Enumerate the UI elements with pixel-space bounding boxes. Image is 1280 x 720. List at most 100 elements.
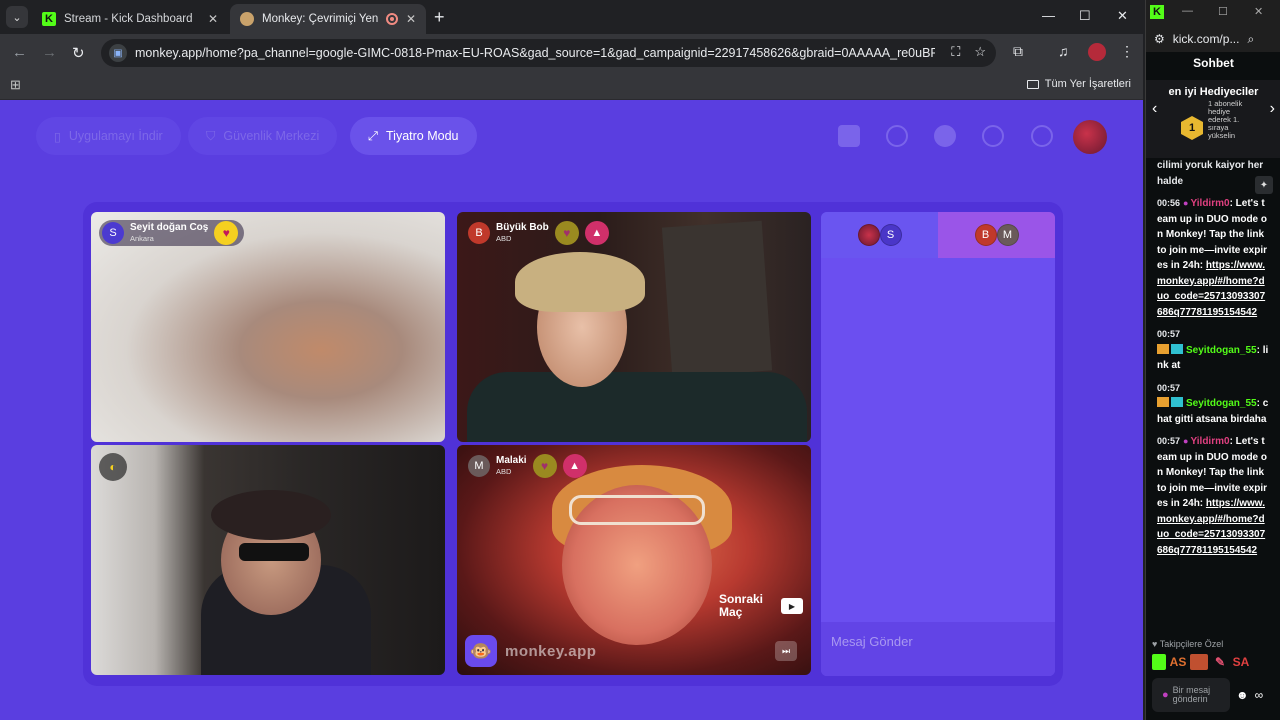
heart-icon[interactable]: ♥: [214, 221, 239, 245]
pin-icon[interactable]: ✦: [1255, 176, 1273, 194]
chat-tab-1[interactable]: S: [821, 212, 938, 258]
chevron-right-icon[interactable]: ›: [1270, 100, 1275, 118]
rank-medal-icon: 1: [1181, 116, 1203, 140]
security-center-button[interactable]: ⛉ Güvenlik Merkezi: [188, 117, 338, 155]
username[interactable]: Seyitdogan_55: [1186, 345, 1257, 356]
search-icon[interactable]: ⌕: [1247, 32, 1254, 47]
username[interactable]: Seyitdogan_55: [1186, 398, 1257, 409]
timestamp: 00:57: [1157, 329, 1181, 339]
user-location: Ankara: [130, 234, 154, 244]
tab-search-button[interactable]: ⌄: [6, 6, 28, 28]
browser-toolbar: ← → ↻ ▣ monkey.app/home?pa_channel=googl…: [0, 34, 1143, 72]
tab-close-icon[interactable]: ✕: [406, 12, 416, 26]
tab-title: Monkey: Çevrimiçi Yeni İnsa: [262, 13, 378, 25]
extensions-icon[interactable]: ⧉: [1013, 43, 1023, 60]
skip-icon[interactable]: ⏭: [775, 641, 797, 661]
translate-icon[interactable]: ⛶: [951, 44, 960, 60]
emote-as[interactable]: AS: [1169, 654, 1187, 670]
user-name: Büyük Bob: [496, 222, 549, 234]
theater-mode-button[interactable]: ⤢ Tiyatro Modu: [350, 117, 477, 155]
emote-row: AS ✎ SA: [1152, 654, 1250, 670]
pen-emote-icon[interactable]: ✎: [1211, 654, 1229, 670]
mic-icon[interactable]: ●: [1162, 689, 1169, 701]
back-button[interactable]: ←: [12, 44, 27, 61]
username[interactable]: Yildirm0: [1190, 198, 1229, 209]
user-name: Malaki: [496, 455, 527, 467]
maximize-button[interactable]: ☐: [1079, 8, 1091, 24]
all-bookmarks-button[interactable]: Tüm Yer İşaretleri: [1026, 78, 1131, 90]
hair-image: [515, 252, 645, 312]
message-text: cilimi yoruk kaiyor herhalde: [1157, 160, 1264, 187]
address-bar[interactable]: ▣ monkey.app/home?pa_channel=google-GIMC…: [101, 39, 996, 67]
heart-icon[interactable]: ♥: [532, 454, 557, 478]
chat-input[interactable]: ● Bir mesaj gönderin: [1152, 678, 1230, 712]
user-name-block: Büyük Bob ABD: [496, 223, 549, 243]
close-window-button[interactable]: ✕: [1254, 5, 1263, 18]
kick-favicon-icon: K: [42, 12, 56, 26]
apps-grid-icon[interactable]: ⊞: [10, 77, 21, 93]
recording-icon: [385, 13, 398, 25]
tab-monkey[interactable]: Monkey: Çevrimiçi Yeni İnsa ✕: [230, 4, 426, 34]
minimize-button[interactable]: —: [1042, 8, 1055, 23]
heart-icon[interactable]: ♥: [554, 221, 579, 245]
reload-button[interactable]: ↻: [72, 44, 85, 62]
settings-icon[interactable]: ∞: [1255, 688, 1264, 702]
user-tag[interactable]: M Malaki ABD ♥ ▲: [465, 453, 593, 479]
kick-address-bar[interactable]: ⚙ kick.com/p... ⌕: [1146, 26, 1280, 52]
badge-icon[interactable]: ◐: [99, 453, 127, 481]
signal-emote-icon[interactable]: [1152, 654, 1166, 670]
bookmark-star-icon[interactable]: ☆: [974, 44, 986, 60]
friends-icon[interactable]: [934, 125, 956, 147]
followers-only-text: Takipçilere Özel: [1159, 639, 1224, 649]
avatar: M: [996, 224, 1019, 246]
match-chat-panel: S B M Mesaj Gönder: [821, 212, 1055, 676]
shirt-shape: [467, 372, 807, 442]
chat-input-placeholder: Bir mesaj gönderin: [1172, 685, 1211, 704]
search-icon[interactable]: [886, 125, 908, 147]
chat-log: ✦ cilimi yoruk kaiyor herhalde 00:56 ● Yil…: [1146, 158, 1280, 628]
gift-badge-icon: [1171, 397, 1183, 407]
security-center-label: Güvenlik Merkezi: [223, 129, 320, 143]
crown-badge-icon: [1157, 343, 1169, 354]
video-grid: S Seyit doğan Coş Ankara ♥ B Büyük Bob A…: [83, 202, 1063, 686]
tab-close-icon[interactable]: ✕: [208, 12, 218, 26]
media-control-icon[interactable]: ♫: [1058, 43, 1069, 59]
username[interactable]: Yildirm0: [1190, 436, 1229, 447]
sunglasses-image: [239, 543, 309, 561]
forward-button[interactable]: →: [42, 44, 57, 61]
menu-icon[interactable]: ⋮: [1120, 43, 1134, 60]
close-window-button[interactable]: ✕: [1117, 8, 1128, 24]
chat-tabs: S B M: [821, 212, 1055, 258]
shop-icon[interactable]: [838, 125, 860, 147]
user-tag[interactable]: B Büyük Bob ABD ♥ ▲: [465, 220, 615, 246]
maximize-button[interactable]: ☐: [1218, 5, 1228, 18]
all-bookmarks-label: Tüm Yer İşaretleri: [1044, 78, 1131, 90]
chat-bubble-icon[interactable]: [1031, 125, 1053, 147]
user-tag[interactable]: S Seyit doğan Coş Ankara ♥: [99, 220, 245, 246]
history-icon[interactable]: [982, 125, 1004, 147]
address-actions: ⛶ ☆: [951, 44, 986, 60]
theater-mode-label: Tiyatro Modu: [386, 129, 459, 143]
emoji-icon[interactable]: ☻: [1236, 688, 1249, 702]
site-settings-icon[interactable]: ⚙: [1154, 32, 1165, 46]
box-emote-icon[interactable]: [1190, 654, 1208, 670]
site-info-icon[interactable]: ▣: [109, 44, 127, 62]
crown-badge-icon: [1157, 397, 1169, 407]
monkey-logo: 🐵 monkey.app: [465, 635, 596, 667]
minimize-button[interactable]: —: [1182, 5, 1193, 17]
rocket-icon[interactable]: ▲: [584, 221, 609, 245]
user-name-block: Seyit doğan Coş Ankara: [130, 223, 208, 243]
next-match-button[interactable]: Sonraki Maç ▶: [719, 592, 803, 619]
chevron-left-icon[interactable]: ‹: [1152, 100, 1157, 118]
emote-sa[interactable]: SA: [1232, 654, 1250, 670]
download-app-button[interactable]: ▯ Uygulamayı İndir: [36, 117, 181, 155]
profile-avatar[interactable]: [1088, 43, 1106, 61]
avatar: B: [974, 224, 997, 246]
new-tab-button[interactable]: +: [434, 7, 445, 28]
chat-tab-2[interactable]: B M: [938, 212, 1055, 258]
rocket-icon[interactable]: ▲: [562, 454, 587, 478]
tab-title: Stream - Kick Dashboard: [64, 13, 193, 25]
user-avatar[interactable]: [1073, 120, 1107, 154]
message-input[interactable]: Mesaj Gönder: [821, 622, 1055, 676]
tab-kick-dashboard[interactable]: K Stream - Kick Dashboard ✕: [32, 4, 228, 34]
